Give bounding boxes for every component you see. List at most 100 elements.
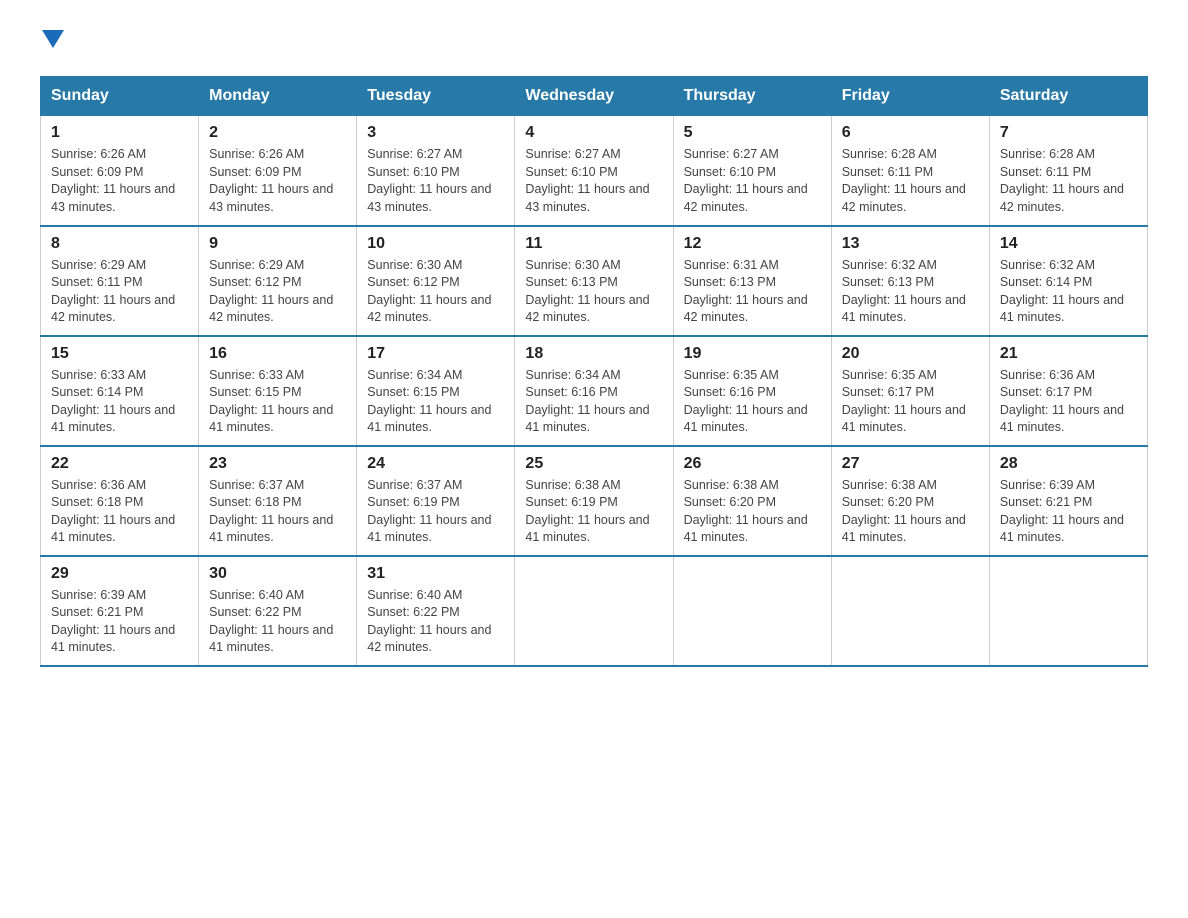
day-info: Sunrise: 6:32 AM Sunset: 6:13 PM Dayligh… xyxy=(842,257,979,327)
calendar-week-row: 15 Sunrise: 6:33 AM Sunset: 6:14 PM Dayl… xyxy=(41,336,1148,446)
day-number: 13 xyxy=(842,235,979,253)
day-info: Sunrise: 6:40 AM Sunset: 6:22 PM Dayligh… xyxy=(367,587,504,657)
day-info: Sunrise: 6:27 AM Sunset: 6:10 PM Dayligh… xyxy=(525,146,662,216)
day-number: 8 xyxy=(51,235,188,253)
calendar-cell xyxy=(989,556,1147,666)
calendar-cell: 23 Sunrise: 6:37 AM Sunset: 6:18 PM Dayl… xyxy=(199,446,357,556)
calendar-cell: 18 Sunrise: 6:34 AM Sunset: 6:16 PM Dayl… xyxy=(515,336,673,446)
calendar-cell: 22 Sunrise: 6:36 AM Sunset: 6:18 PM Dayl… xyxy=(41,446,199,556)
day-number: 31 xyxy=(367,565,504,583)
calendar-cell: 31 Sunrise: 6:40 AM Sunset: 6:22 PM Dayl… xyxy=(357,556,515,666)
day-number: 10 xyxy=(367,235,504,253)
calendar-cell: 19 Sunrise: 6:35 AM Sunset: 6:16 PM Dayl… xyxy=(673,336,831,446)
calendar-cell: 12 Sunrise: 6:31 AM Sunset: 6:13 PM Dayl… xyxy=(673,226,831,336)
day-info: Sunrise: 6:35 AM Sunset: 6:16 PM Dayligh… xyxy=(684,367,821,437)
day-info: Sunrise: 6:39 AM Sunset: 6:21 PM Dayligh… xyxy=(1000,477,1137,547)
calendar-cell xyxy=(673,556,831,666)
day-number: 6 xyxy=(842,124,979,142)
calendar-cell: 8 Sunrise: 6:29 AM Sunset: 6:11 PM Dayli… xyxy=(41,226,199,336)
column-header-saturday: Saturday xyxy=(989,77,1147,116)
day-number: 11 xyxy=(525,235,662,253)
column-header-thursday: Thursday xyxy=(673,77,831,116)
calendar-cell: 9 Sunrise: 6:29 AM Sunset: 6:12 PM Dayli… xyxy=(199,226,357,336)
calendar-cell: 21 Sunrise: 6:36 AM Sunset: 6:17 PM Dayl… xyxy=(989,336,1147,446)
day-number: 16 xyxy=(209,345,346,363)
day-number: 3 xyxy=(367,124,504,142)
day-number: 21 xyxy=(1000,345,1137,363)
calendar-cell: 17 Sunrise: 6:34 AM Sunset: 6:15 PM Dayl… xyxy=(357,336,515,446)
day-info: Sunrise: 6:26 AM Sunset: 6:09 PM Dayligh… xyxy=(51,146,188,216)
calendar-cell: 5 Sunrise: 6:27 AM Sunset: 6:10 PM Dayli… xyxy=(673,116,831,226)
day-info: Sunrise: 6:30 AM Sunset: 6:13 PM Dayligh… xyxy=(525,257,662,327)
day-info: Sunrise: 6:38 AM Sunset: 6:20 PM Dayligh… xyxy=(842,477,979,547)
day-number: 9 xyxy=(209,235,346,253)
day-info: Sunrise: 6:36 AM Sunset: 6:17 PM Dayligh… xyxy=(1000,367,1137,437)
day-info: Sunrise: 6:38 AM Sunset: 6:20 PM Dayligh… xyxy=(684,477,821,547)
calendar-cell xyxy=(831,556,989,666)
calendar-cell: 29 Sunrise: 6:39 AM Sunset: 6:21 PM Dayl… xyxy=(41,556,199,666)
day-number: 15 xyxy=(51,345,188,363)
calendar-cell: 13 Sunrise: 6:32 AM Sunset: 6:13 PM Dayl… xyxy=(831,226,989,336)
day-info: Sunrise: 6:27 AM Sunset: 6:10 PM Dayligh… xyxy=(684,146,821,216)
day-info: Sunrise: 6:40 AM Sunset: 6:22 PM Dayligh… xyxy=(209,587,346,657)
day-number: 1 xyxy=(51,124,188,142)
day-number: 28 xyxy=(1000,455,1137,473)
day-number: 14 xyxy=(1000,235,1137,253)
day-info: Sunrise: 6:31 AM Sunset: 6:13 PM Dayligh… xyxy=(684,257,821,327)
day-info: Sunrise: 6:34 AM Sunset: 6:15 PM Dayligh… xyxy=(367,367,504,437)
calendar-table: SundayMondayTuesdayWednesdayThursdayFrid… xyxy=(40,76,1148,667)
day-number: 30 xyxy=(209,565,346,583)
logo-triangle-icon xyxy=(42,30,64,52)
calendar-cell: 14 Sunrise: 6:32 AM Sunset: 6:14 PM Dayl… xyxy=(989,226,1147,336)
calendar-cell: 27 Sunrise: 6:38 AM Sunset: 6:20 PM Dayl… xyxy=(831,446,989,556)
calendar-cell: 11 Sunrise: 6:30 AM Sunset: 6:13 PM Dayl… xyxy=(515,226,673,336)
day-number: 18 xyxy=(525,345,662,363)
day-info: Sunrise: 6:28 AM Sunset: 6:11 PM Dayligh… xyxy=(1000,146,1137,216)
day-info: Sunrise: 6:37 AM Sunset: 6:18 PM Dayligh… xyxy=(209,477,346,547)
day-info: Sunrise: 6:39 AM Sunset: 6:21 PM Dayligh… xyxy=(51,587,188,657)
day-number: 4 xyxy=(525,124,662,142)
day-number: 24 xyxy=(367,455,504,473)
calendar-cell: 20 Sunrise: 6:35 AM Sunset: 6:17 PM Dayl… xyxy=(831,336,989,446)
day-number: 22 xyxy=(51,455,188,473)
calendar-cell xyxy=(515,556,673,666)
column-header-monday: Monday xyxy=(199,77,357,116)
day-info: Sunrise: 6:29 AM Sunset: 6:12 PM Dayligh… xyxy=(209,257,346,327)
calendar-cell: 25 Sunrise: 6:38 AM Sunset: 6:19 PM Dayl… xyxy=(515,446,673,556)
day-number: 17 xyxy=(367,345,504,363)
day-number: 5 xyxy=(684,124,821,142)
calendar-week-row: 22 Sunrise: 6:36 AM Sunset: 6:18 PM Dayl… xyxy=(41,446,1148,556)
column-header-tuesday: Tuesday xyxy=(357,77,515,116)
calendar-cell: 30 Sunrise: 6:40 AM Sunset: 6:22 PM Dayl… xyxy=(199,556,357,666)
column-header-friday: Friday xyxy=(831,77,989,116)
calendar-week-row: 1 Sunrise: 6:26 AM Sunset: 6:09 PM Dayli… xyxy=(41,116,1148,226)
calendar-cell: 1 Sunrise: 6:26 AM Sunset: 6:09 PM Dayli… xyxy=(41,116,199,226)
calendar-cell: 3 Sunrise: 6:27 AM Sunset: 6:10 PM Dayli… xyxy=(357,116,515,226)
logo xyxy=(40,30,64,56)
day-info: Sunrise: 6:35 AM Sunset: 6:17 PM Dayligh… xyxy=(842,367,979,437)
calendar-cell: 4 Sunrise: 6:27 AM Sunset: 6:10 PM Dayli… xyxy=(515,116,673,226)
day-number: 7 xyxy=(1000,124,1137,142)
calendar-cell: 24 Sunrise: 6:37 AM Sunset: 6:19 PM Dayl… xyxy=(357,446,515,556)
day-info: Sunrise: 6:32 AM Sunset: 6:14 PM Dayligh… xyxy=(1000,257,1137,327)
day-info: Sunrise: 6:26 AM Sunset: 6:09 PM Dayligh… xyxy=(209,146,346,216)
day-info: Sunrise: 6:27 AM Sunset: 6:10 PM Dayligh… xyxy=(367,146,504,216)
day-info: Sunrise: 6:37 AM Sunset: 6:19 PM Dayligh… xyxy=(367,477,504,547)
calendar-cell: 10 Sunrise: 6:30 AM Sunset: 6:12 PM Dayl… xyxy=(357,226,515,336)
calendar-week-row: 29 Sunrise: 6:39 AM Sunset: 6:21 PM Dayl… xyxy=(41,556,1148,666)
day-info: Sunrise: 6:28 AM Sunset: 6:11 PM Dayligh… xyxy=(842,146,979,216)
calendar-cell: 16 Sunrise: 6:33 AM Sunset: 6:15 PM Dayl… xyxy=(199,336,357,446)
calendar-cell: 26 Sunrise: 6:38 AM Sunset: 6:20 PM Dayl… xyxy=(673,446,831,556)
day-number: 23 xyxy=(209,455,346,473)
day-info: Sunrise: 6:33 AM Sunset: 6:14 PM Dayligh… xyxy=(51,367,188,437)
day-number: 29 xyxy=(51,565,188,583)
day-number: 25 xyxy=(525,455,662,473)
calendar-cell: 7 Sunrise: 6:28 AM Sunset: 6:11 PM Dayli… xyxy=(989,116,1147,226)
calendar-header-row: SundayMondayTuesdayWednesdayThursdayFrid… xyxy=(41,77,1148,116)
day-number: 27 xyxy=(842,455,979,473)
day-number: 20 xyxy=(842,345,979,363)
calendar-cell: 15 Sunrise: 6:33 AM Sunset: 6:14 PM Dayl… xyxy=(41,336,199,446)
calendar-week-row: 8 Sunrise: 6:29 AM Sunset: 6:11 PM Dayli… xyxy=(41,226,1148,336)
day-number: 19 xyxy=(684,345,821,363)
day-info: Sunrise: 6:36 AM Sunset: 6:18 PM Dayligh… xyxy=(51,477,188,547)
